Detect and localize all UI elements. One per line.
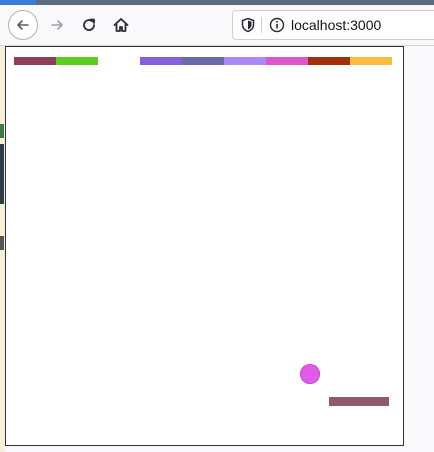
paddle xyxy=(329,397,389,406)
brick xyxy=(224,57,266,65)
arrow-left-icon xyxy=(17,20,29,30)
reload-button[interactable] xyxy=(74,10,104,40)
brick xyxy=(350,57,392,65)
back-button[interactable] xyxy=(8,10,38,40)
arrow-right-icon xyxy=(51,20,63,30)
urlbar-separator xyxy=(261,17,262,33)
brick xyxy=(308,57,350,65)
info-icon[interactable] xyxy=(269,17,285,38)
desktop-edge-mark xyxy=(0,124,4,138)
brick xyxy=(140,57,182,65)
brick xyxy=(266,57,308,65)
desktop-edge-mark xyxy=(0,144,4,204)
ball xyxy=(300,364,320,384)
desktop-edge-mark xyxy=(0,236,4,250)
home-button[interactable] xyxy=(106,10,136,40)
browser-window: localhost:3000 xyxy=(0,0,434,452)
url-bar[interactable]: localhost:3000 xyxy=(232,10,434,40)
brick xyxy=(56,57,98,65)
forward-button[interactable] xyxy=(42,10,72,40)
reload-icon xyxy=(83,18,95,31)
game-canvas[interactable] xyxy=(5,46,404,446)
browser-toolbar: localhost:3000 xyxy=(0,5,434,46)
brick xyxy=(14,57,56,65)
brick xyxy=(182,57,224,65)
home-icon xyxy=(113,18,129,32)
shield-icon[interactable] xyxy=(241,17,255,38)
url-text[interactable]: localhost:3000 xyxy=(291,17,381,34)
